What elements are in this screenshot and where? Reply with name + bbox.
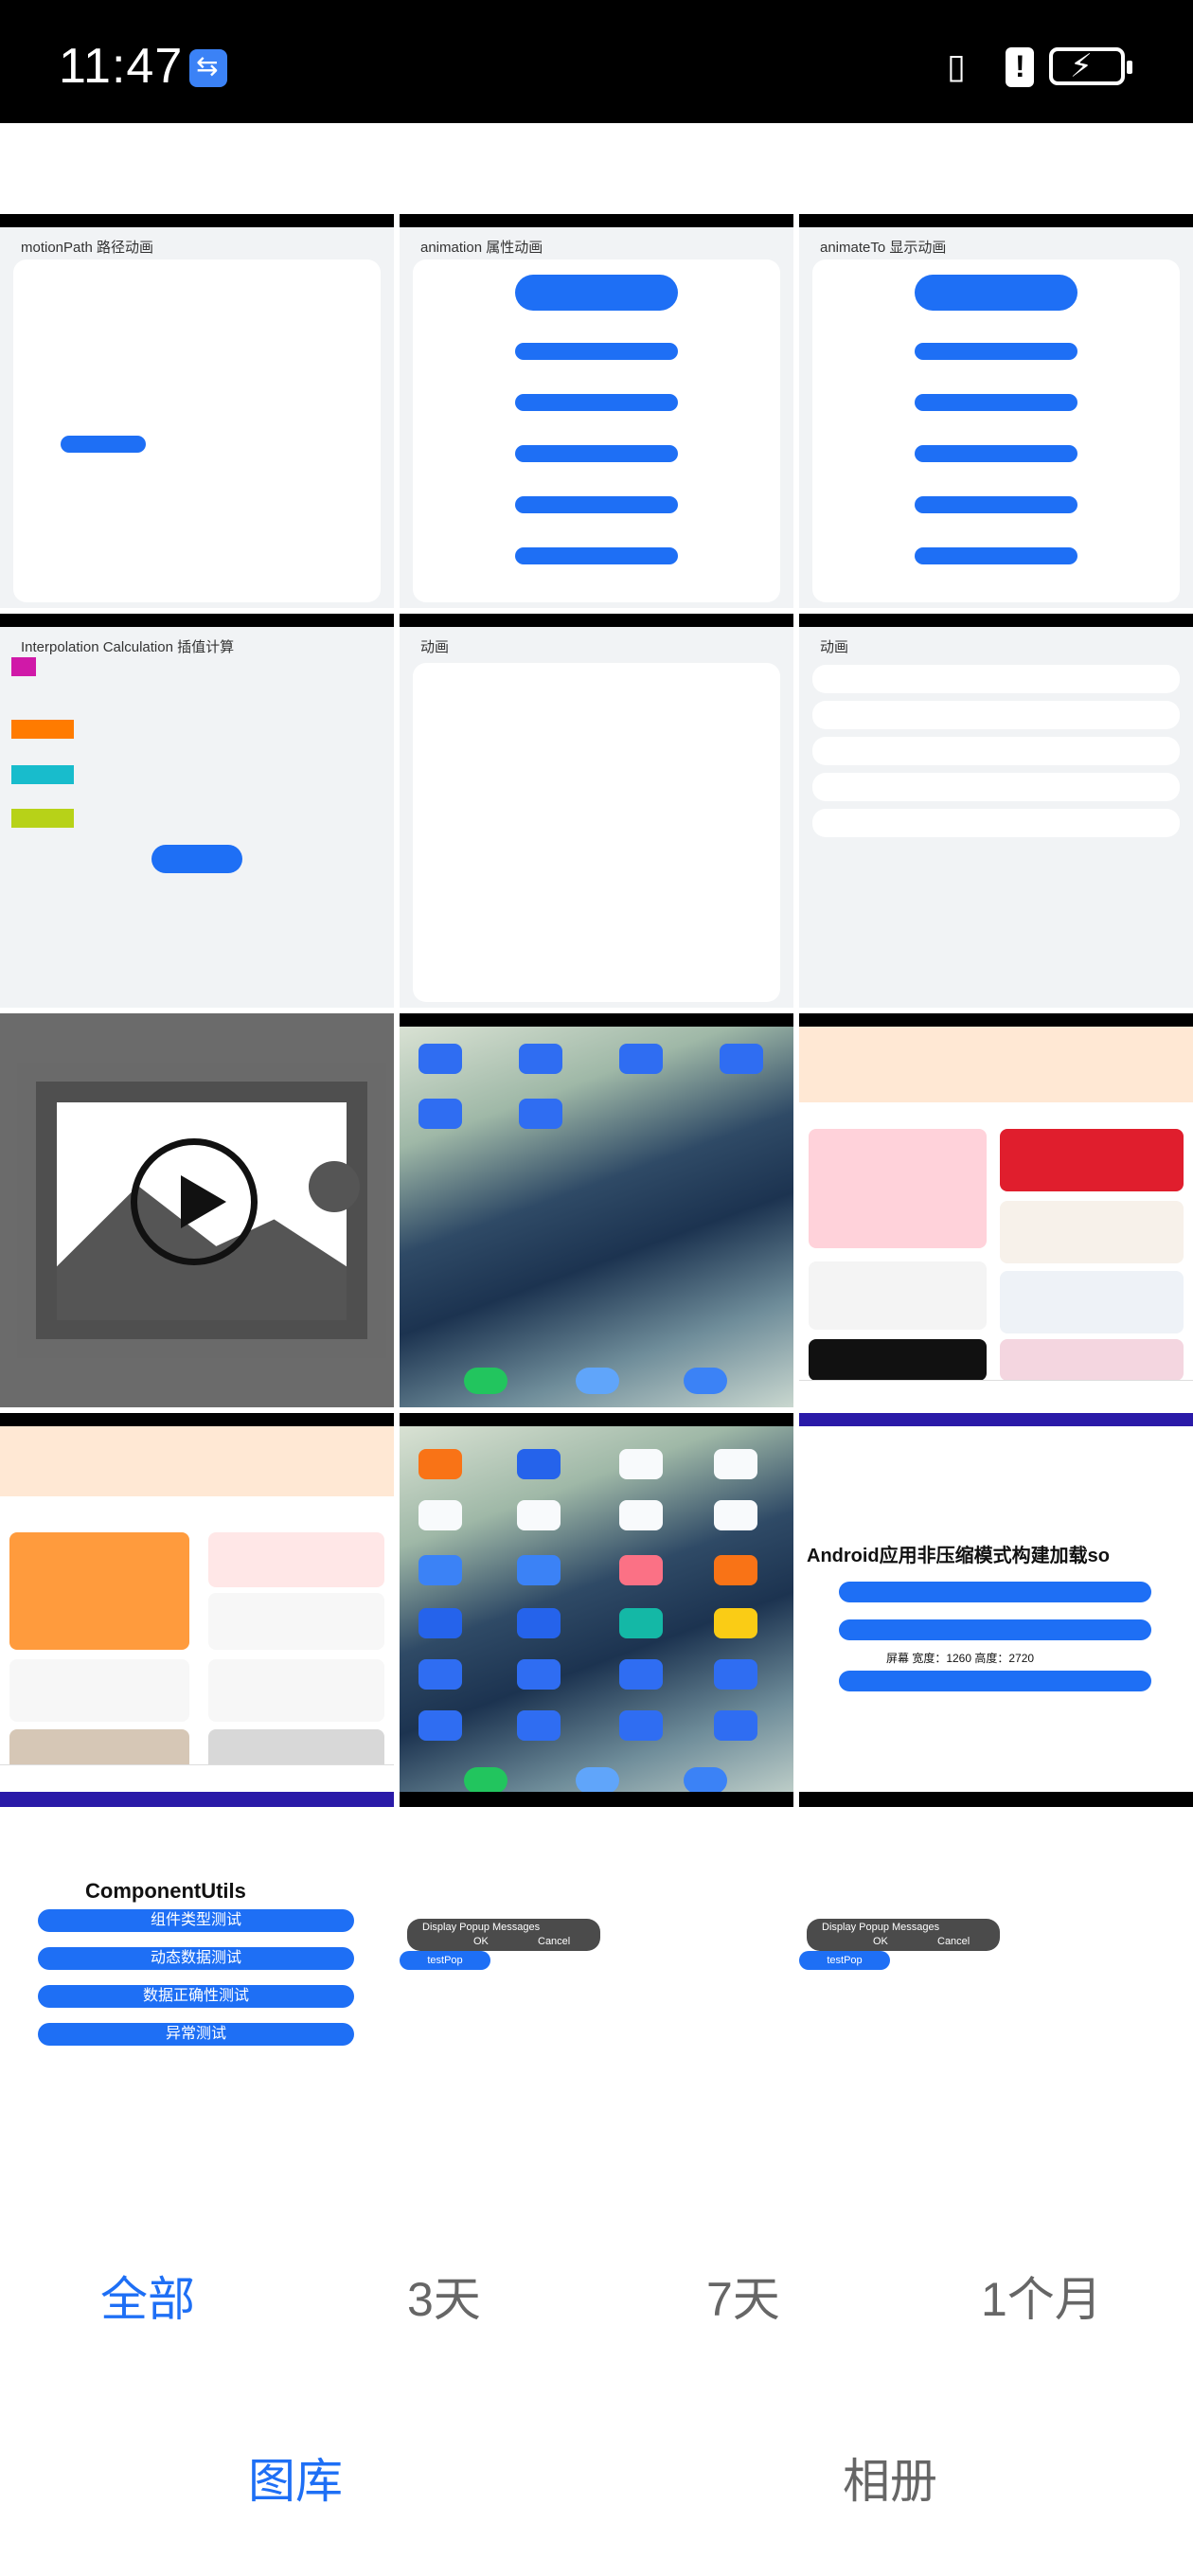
sun-icon	[309, 1161, 360, 1212]
filter-all[interactable]: 全部	[100, 2262, 195, 2330]
tile-title: motionPath 路径动画	[21, 240, 154, 256]
messages-icon	[576, 1767, 619, 1794]
thumbnail-android-so[interactable]: Android应用非压缩模式构建加载so 屏幕 宽度：1260 高度：2720	[799, 1413, 1193, 1807]
thumbnail-motionpath[interactable]: motionPath 路径动画	[0, 214, 394, 608]
usb-icon	[189, 49, 227, 87]
thumbnail-shopping-app[interactable]	[799, 1013, 1193, 1407]
thumbnail-home-screen[interactable]	[400, 1013, 793, 1407]
filter-1-month[interactable]: 1个月	[981, 2262, 1102, 2330]
thumbnail-home-screen-2[interactable]	[400, 1413, 793, 1807]
component-utils-thumbnails: ComponentUtils 组件类型测试 动态数据测试 数据正确性测试 异常测…	[0, 1843, 1193, 2137]
time-filter-bar: 全部 3天 7天 1个月	[0, 2262, 1193, 2337]
tile-title: Android应用非压缩模式构建加载so	[807, 1546, 1110, 1566]
tab-albums[interactable]: 相册	[843, 2443, 937, 2512]
thumbnail-video-placeholder[interactable]	[0, 1013, 394, 1407]
play-icon	[131, 1138, 258, 1265]
battery-charging-icon: ⚡	[1049, 47, 1132, 85]
status-time: 11:47	[59, 39, 184, 94]
app-icon	[418, 1044, 462, 1074]
tile-title: animation 属性动画	[420, 240, 543, 256]
thumbnail-animateto[interactable]: animateTo 显示动画	[799, 214, 1193, 608]
thumb-button	[61, 436, 146, 453]
utils-button[interactable]: 组件类型测试	[38, 1909, 354, 1932]
bottom-tab-bar: 图库 相册	[0, 2443, 1193, 2519]
vibrate-icon: ▯	[947, 47, 966, 86]
testpop-button[interactable]: testPop	[799, 1951, 890, 1970]
filter-3-days[interactable]: 3天	[407, 2262, 481, 2330]
phone-icon	[464, 1767, 507, 1794]
app-icon	[418, 1099, 462, 1129]
status-bar: 11:47 ▯ ⚡	[0, 0, 1193, 123]
popup-dialog: Display Popup Messages OK Cancel	[407, 1919, 600, 1951]
tile-title: 动画	[820, 639, 849, 655]
app-icon	[519, 1099, 562, 1129]
app-icon	[519, 1044, 562, 1074]
thumbnail-animation-menu[interactable]: 动画	[799, 614, 1193, 1008]
thumbnail-interpolation[interactable]: Interpolation Calculation 插值计算	[0, 614, 394, 1008]
tile-title: Interpolation Calculation 插值计算	[21, 639, 235, 655]
tile-title: animateTo 显示动画	[820, 240, 947, 256]
thumbnail-animation-list[interactable]: 动画	[400, 614, 793, 1008]
filter-7-days[interactable]: 7天	[706, 2262, 780, 2330]
phone-icon	[464, 1368, 507, 1394]
popup-dialog: Display Popup Messages OK Cancel	[807, 1919, 1000, 1951]
component-utils-title: ComponentUtils	[85, 1879, 246, 1903]
tile-title: 动画	[420, 639, 450, 655]
thumbnail-shopping-app-2[interactable]	[0, 1413, 394, 1807]
testpop-button[interactable]: testPop	[400, 1951, 490, 1970]
utils-button[interactable]: 异常测试	[38, 2023, 354, 2046]
app-icon	[619, 1044, 663, 1074]
browser-icon	[684, 1767, 727, 1794]
app-icon	[720, 1044, 763, 1074]
tab-gallery[interactable]: 图库	[248, 2443, 343, 2512]
alert-icon	[1006, 47, 1034, 87]
thumbnail-animation[interactable]: animation 属性动画	[400, 214, 793, 608]
browser-icon	[684, 1368, 727, 1394]
utils-button[interactable]: 动态数据测试	[38, 1947, 354, 1970]
utils-button[interactable]: 数据正确性测试	[38, 1985, 354, 2008]
messages-icon	[576, 1368, 619, 1394]
